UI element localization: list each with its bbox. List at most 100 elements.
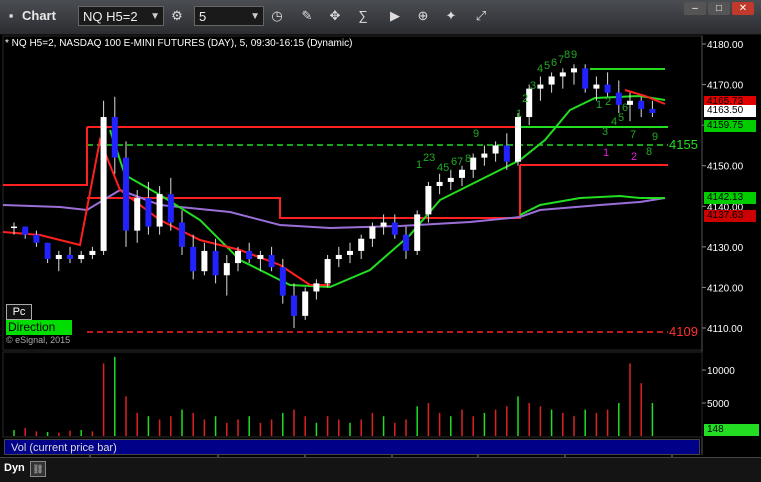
minimize-icon[interactable]: – [684,2,706,15]
count-seq-b: 7 [558,54,564,66]
dyn-label: Dyn [4,462,25,474]
candle-down [44,242,51,260]
price-tag: 4137.63 [704,209,756,222]
chevron-down-icon[interactable]: ▼ [150,7,160,27]
moving-average-purple [2,188,666,230]
count-seq-a: 8 [465,153,471,165]
volume-panel-frame [2,351,703,438]
candle-up [335,254,342,260]
candle-up [235,250,241,264]
price-tick-label: 4180.00 [707,40,744,51]
candle-up [324,259,331,284]
support-curve [519,194,665,216]
price-tick-label: 4110.00 [707,324,743,335]
clock-icon[interactable]: ◷ [266,5,288,27]
price-tick-label: 4120.00 [707,283,744,294]
close-icon[interactable]: ✕ [732,2,754,15]
count-seq-b: 9 [571,49,577,61]
candle-up [481,153,488,158]
level-label-upper: 4155 [669,137,698,152]
price-tag: 4159.75 [704,120,756,133]
trail-stop-red [2,136,330,286]
chart-icon: ▪ [8,8,14,23]
candle-up [78,254,85,260]
candle-down [212,250,219,276]
direction-button[interactable]: Direction [6,320,72,335]
candle-down [649,108,656,113]
symbol-value: NQ H5=2 [83,9,138,24]
candle-down [67,254,73,260]
count-seq-b: 1 [516,108,522,120]
candle-up [223,263,230,276]
candle-up [515,117,521,162]
count-seq-a: 67 [451,156,463,168]
count-seq-c: 9 [652,131,658,143]
expand-icon[interactable]: ⤢ [470,5,492,27]
candle-up [571,68,577,73]
candle-up [593,84,600,89]
zoom-icon[interactable]: ⊕ [412,5,434,27]
candle-down [123,157,129,231]
candle-down [615,92,622,105]
volume-panel-title: Vol (current price bar) [4,439,700,455]
volume-tag: 148 [704,424,759,436]
count-seq-c: 8 [646,146,652,158]
count-seq-a: 1 [416,159,422,171]
price-tick-label: 4170.00 [707,81,744,92]
candle-down [391,222,398,235]
candle-down [246,250,253,260]
candle-up [548,76,555,85]
maximize-icon[interactable]: □ [708,2,730,15]
candle-up [11,226,17,229]
candle-down [167,194,174,223]
candle-up [526,88,533,118]
candle-up [257,254,264,260]
chart-window: ▪ Chart NQ H5=2 ▼ ⚙ 5 ▼ ◷ ✎ ✥ ∑ ▶ ⊕ ✦ ⤢ … [0,0,761,482]
candlesticks [11,64,656,328]
level-label-lower: 4109 [669,324,698,339]
candle-up [380,222,387,227]
trail-stop-red-right [624,89,666,105]
candle-up [414,214,421,251]
count-seq-c: 3 [602,126,608,138]
count-seq-c: 2 [605,96,611,108]
count-seq-c: 4 [611,116,617,128]
candle-down [604,84,611,93]
pc-button[interactable]: Pc [6,304,32,320]
formula-icon[interactable]: ∑ [352,5,374,27]
candle-down [279,267,286,296]
candle-down [145,198,152,227]
candle-up [302,291,309,316]
tag-icon[interactable]: ✦ [440,5,462,27]
symbol-input[interactable]: NQ H5=2 ▼ [78,6,164,26]
candle-down [503,145,510,162]
count-seq-c: 1 [596,99,602,111]
sequence-counts: 12345 67 891234 5 6 7 8 91 234 567891 2 [416,49,658,174]
count-seq-b: 8 [564,49,570,61]
candle-down [582,68,589,89]
marker-label: 2 [631,151,637,163]
count-seq-c: 7 [630,129,636,141]
cursor-icon[interactable]: ✥ [324,5,346,27]
candle-up [459,169,465,178]
interval-value: 5 [199,9,207,24]
candle-down [179,222,185,247]
candle-down [33,234,40,243]
count-seq-a: 45 [437,162,449,174]
candle-up [201,250,208,272]
volume-tick-label: 10000 [707,366,735,377]
link-icon[interactable]: ⛓ [30,461,46,477]
settings-gear-icon[interactable]: ⚙ [166,5,188,27]
count-seq-a: 9 [473,128,479,140]
pencil-icon[interactable]: ✎ [296,5,318,27]
chevron-down-icon[interactable]: ▼ [250,7,260,27]
price-chart: 12345 67 891234 5 6 7 8 91 234 567891 2 4180.00417… [2,35,744,474]
interval-input[interactable]: 5 ▼ [194,6,264,26]
indicator-curves [2,89,666,289]
price-panel-frame [2,35,703,351]
title-bar: ▪ Chart NQ H5=2 ▼ ⚙ 5 ▼ ◷ ✎ ✥ ∑ ▶ ⊕ ✦ ⤢ … [0,0,761,35]
marker-label: 1 [603,147,609,159]
candle-down [268,254,275,268]
candle-up [156,194,163,227]
play-icon[interactable]: ▶ [384,5,406,27]
